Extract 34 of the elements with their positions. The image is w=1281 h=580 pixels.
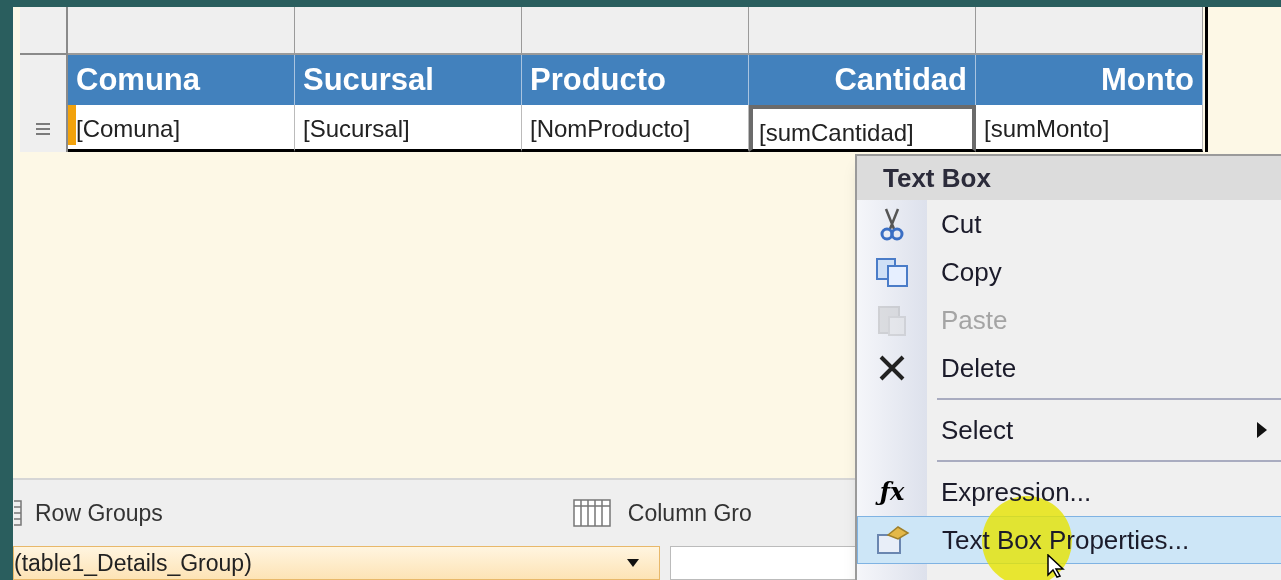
row-group-field[interactable]: (table1_Details_Group) bbox=[13, 546, 660, 580]
menu-item[interactable]: Copy bbox=[857, 248, 1281, 296]
submenu-arrow-icon bbox=[1257, 422, 1267, 438]
column-header: Comuna bbox=[68, 55, 295, 105]
table-cell[interactable]: [sumCantidad] bbox=[749, 105, 976, 152]
column-header: Producto bbox=[522, 55, 749, 105]
column-header: Cantidad bbox=[749, 55, 976, 105]
row-groups-label: Row Groups bbox=[35, 498, 163, 528]
mouse-pointer-icon bbox=[1047, 554, 1065, 578]
selection-marker bbox=[68, 105, 76, 145]
copy-icon bbox=[875, 257, 909, 287]
column-header: Sucursal bbox=[295, 55, 522, 105]
row-groups-icon bbox=[13, 500, 23, 526]
close-icon bbox=[878, 354, 906, 382]
table-cell[interactable]: [NomProducto] bbox=[522, 105, 749, 152]
column-groups-icon bbox=[572, 499, 611, 527]
table-cell[interactable]: [Sucursal] bbox=[295, 105, 522, 152]
properties-icon bbox=[876, 525, 910, 555]
menu-item[interactable]: Select bbox=[857, 406, 1281, 454]
menu-item[interactable]: Delete bbox=[857, 344, 1281, 392]
table-cell[interactable]: [Comuna] bbox=[68, 105, 295, 152]
column-header: Monto bbox=[976, 55, 1203, 105]
column-groups-label: Column Gro bbox=[627, 498, 752, 528]
table-cell[interactable]: [sumMonto] bbox=[976, 105, 1203, 152]
scissors-icon bbox=[880, 207, 904, 241]
menu-title: Text Box bbox=[857, 156, 1281, 200]
row-handle-icon bbox=[36, 122, 50, 135]
menu-item[interactable]: ƒx Expression... bbox=[857, 468, 1281, 516]
dropdown-arrow-icon bbox=[627, 559, 639, 567]
clipboard-icon bbox=[877, 303, 907, 337]
row-handle[interactable] bbox=[20, 55, 68, 105]
corner-cell bbox=[20, 7, 68, 55]
row-handle[interactable] bbox=[20, 105, 68, 152]
menu-item[interactable]: Cut bbox=[857, 200, 1281, 248]
